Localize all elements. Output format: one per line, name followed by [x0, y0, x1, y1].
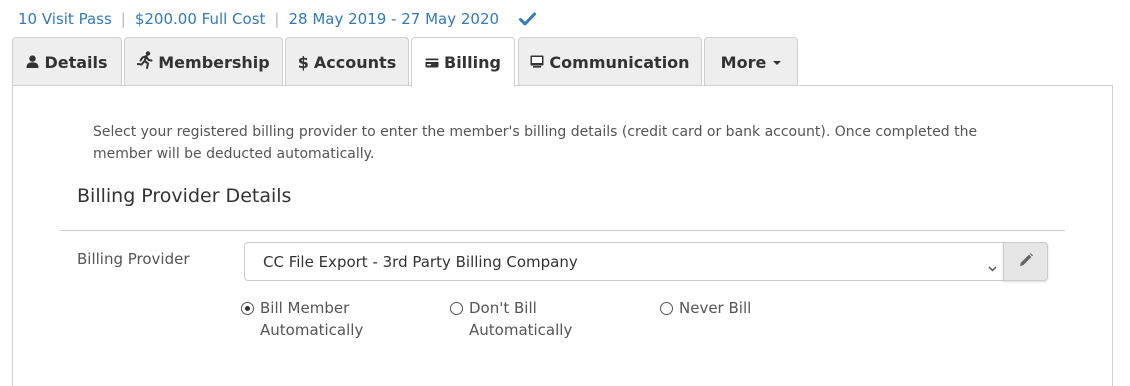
radio-button[interactable] — [660, 302, 673, 315]
radio-button[interactable] — [241, 302, 254, 315]
billing-intro-text: Select your registered billing provider … — [93, 124, 978, 162]
credit-card-icon — [425, 53, 439, 72]
membership-summary: 10 Visit Pass | $200.00 Full Cost | 28 M… — [18, 9, 537, 29]
user-icon — [26, 53, 39, 72]
tab-more[interactable]: More — [704, 37, 798, 86]
date-range: 28 May 2019 - 27 May 2020 — [288, 10, 500, 28]
billing-provider-value: CC File Export - 3rd Party Billing Compa… — [263, 252, 578, 271]
pencil-icon — [1018, 252, 1034, 272]
radio-label: Never Bill — [679, 299, 752, 317]
check-icon — [519, 12, 537, 26]
tab-membership[interactable]: Membership — [124, 37, 283, 86]
divider — [60, 230, 1065, 231]
separator: | — [274, 10, 280, 28]
tab-label: Communication — [549, 52, 690, 72]
tab-label: Accounts — [313, 52, 397, 72]
tab-accounts[interactable]: $ Accounts — [285, 37, 409, 86]
radio-never-bill[interactable]: Never Bill — [660, 297, 751, 319]
edit-provider-button[interactable] — [1003, 242, 1048, 281]
tab-billing[interactable]: Billing — [411, 37, 515, 87]
radio-dont-bill-automatically[interactable]: Don't Bill Automatically — [450, 297, 572, 341]
chevron-down-icon — [988, 258, 997, 276]
radio-label: Don't Bill Automatically — [469, 299, 573, 339]
billing-provider-select[interactable]: CC File Export - 3rd Party Billing Compa… — [244, 242, 1004, 281]
tab-label: Membership — [158, 52, 270, 72]
tab-details[interactable]: Details — [12, 37, 122, 86]
tab-label: Details — [44, 52, 108, 72]
radio-label: Bill Member Automatically — [260, 299, 364, 339]
tab-label: More — [720, 52, 767, 72]
section-title: Billing Provider Details — [77, 185, 292, 207]
tab-label: Billing — [444, 53, 501, 72]
monitor-icon — [530, 53, 544, 72]
running-icon — [137, 51, 153, 73]
pass-name: 10 Visit Pass — [18, 10, 112, 28]
caret-down-icon — [773, 61, 782, 65]
full-cost: $200.00 Full Cost — [134, 10, 266, 28]
radio-bill-member-automatically[interactable]: Bill Member Automatically — [241, 297, 363, 341]
separator: | — [120, 10, 126, 28]
billing-provider-label: Billing Provider — [77, 250, 190, 268]
radio-button[interactable] — [450, 302, 463, 315]
dollar-icon: $ — [297, 52, 309, 72]
tab-communication[interactable]: Communication — [518, 37, 702, 86]
tab-bar: Details Membership $ Accounts Billing Co… — [12, 37, 1113, 87]
